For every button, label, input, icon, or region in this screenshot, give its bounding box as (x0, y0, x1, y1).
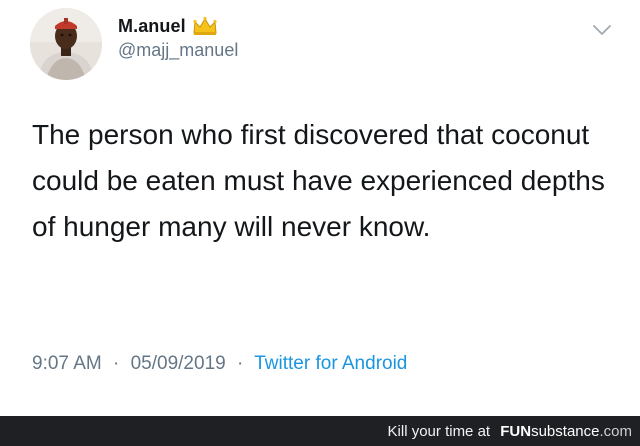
author-display-name[interactable]: M.anuel (118, 16, 186, 37)
tweet-source-link[interactable]: Twitter for Android (254, 353, 407, 374)
avatar[interactable] (30, 8, 102, 80)
watermark-text: Kill your time at FUNsubstance.com (388, 423, 632, 440)
tweet-card: M.anuel @majj_manuel The person who firs… (0, 0, 640, 416)
watermark-brand-bold: FUN (500, 423, 532, 440)
watermark-domain: .com (599, 423, 632, 440)
author-handle[interactable]: @majj_manuel (118, 40, 238, 61)
watermark-brand-light: substance (531, 423, 600, 440)
meta-separator: · (113, 353, 120, 374)
crown-icon (192, 16, 218, 36)
tweet-date[interactable]: 05/09/2019 (131, 353, 226, 374)
tweet-metadata: 9:07 AM · 05/09/2019 · Twitter for Andro… (32, 353, 407, 375)
tweet-text: The person who first discovered that coc… (32, 119, 605, 242)
watermark-prefix: Kill your time at (387, 423, 491, 440)
watermark-bar: Kill your time at FUNsubstance.com (0, 416, 640, 446)
meta-separator: · (236, 353, 244, 374)
chevron-down-icon[interactable] (592, 24, 612, 36)
author-name-row: M.anuel (118, 13, 218, 39)
tweet-time[interactable]: 9:07 AM (32, 353, 102, 374)
